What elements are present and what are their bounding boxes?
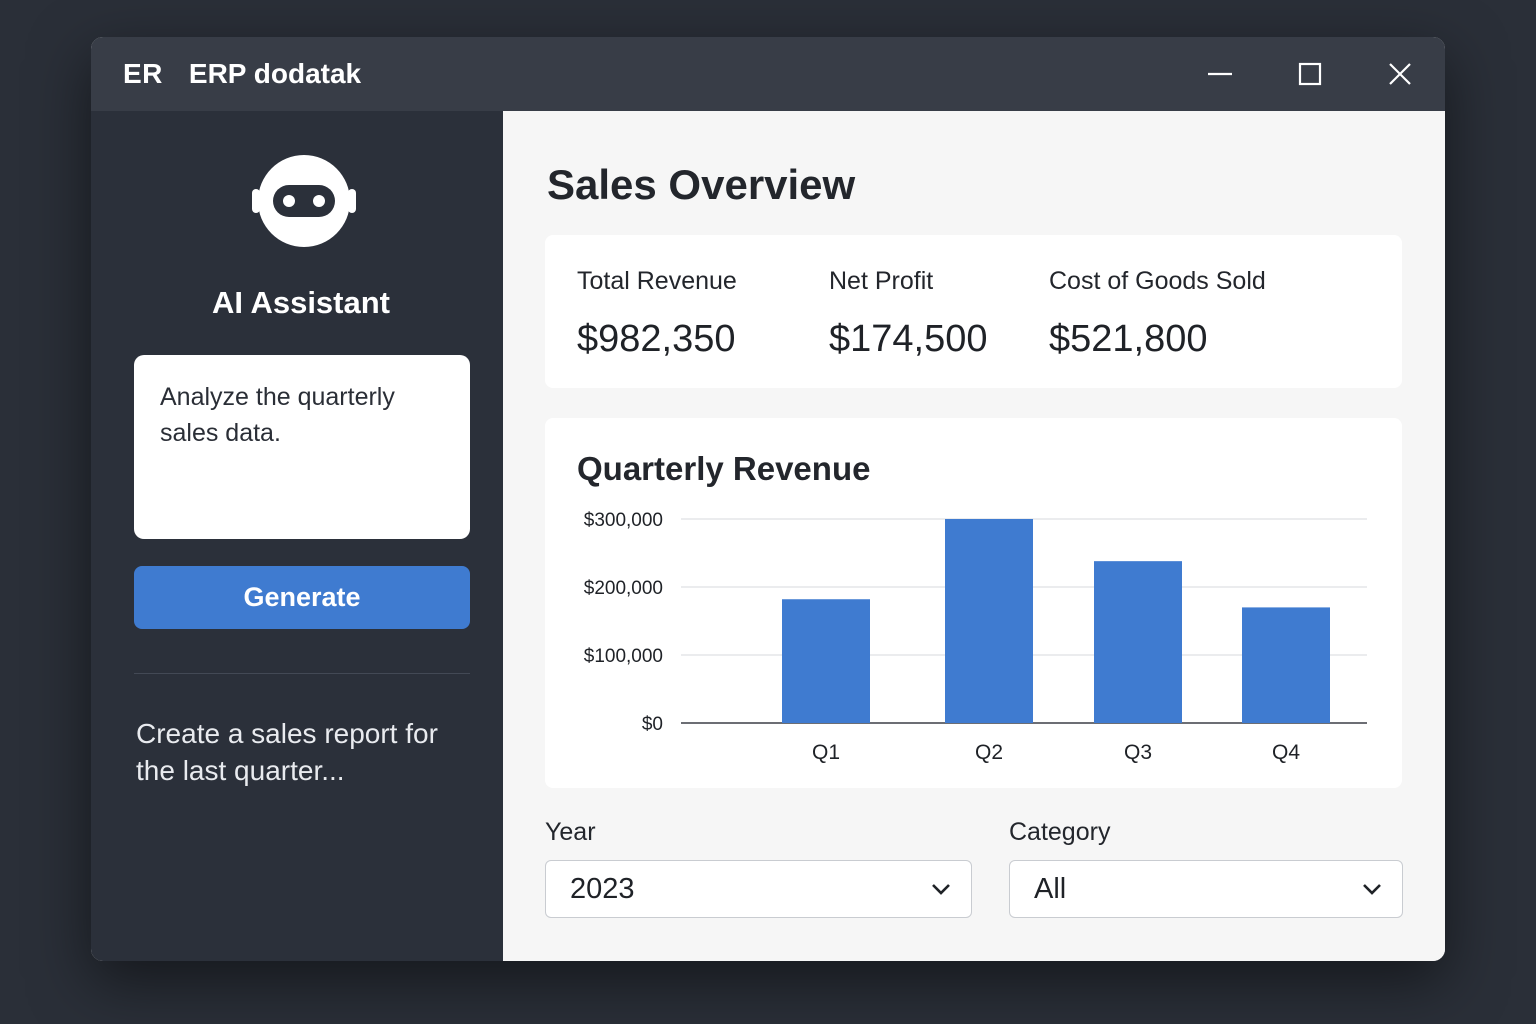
- window-controls: [1175, 37, 1445, 111]
- x-tick-label: Q1: [812, 741, 840, 764]
- prompt-input[interactable]: [134, 355, 470, 539]
- kpi-value: $174,500: [829, 318, 988, 360]
- year-label: Year: [545, 818, 596, 846]
- window-title: ERP dodatak: [188, 58, 362, 89]
- kpi-card: Total Revenue $982,350 Net Profit $174,5…: [545, 235, 1402, 388]
- robot-icon: [252, 155, 356, 247]
- maximize-icon: [1298, 62, 1322, 86]
- chevron-down-icon: [932, 884, 950, 895]
- category-select-value: All: [1034, 872, 1067, 905]
- x-tick-label: Q2: [975, 741, 1003, 764]
- x-tick-label: Q3: [1124, 741, 1152, 764]
- app-window: ER ERP dodatak AI Assistant Generate: [91, 37, 1445, 961]
- x-tick-label: Q4: [1272, 741, 1300, 764]
- chart-card: Quarterly Revenue $0 $100,000 $200,000 $300…: [545, 418, 1402, 788]
- kpi-net-profit: Net Profit $174,500: [829, 267, 988, 361]
- kpi-label: Net Profit: [829, 267, 934, 295]
- y-tick-label: $100,000: [584, 646, 663, 667]
- assistant-title: AI Assistant: [211, 285, 390, 320]
- minimize-icon: [1208, 72, 1232, 76]
- close-button[interactable]: [1355, 37, 1445, 111]
- prompt-suggestion[interactable]: Create a sales report for the last quart…: [136, 715, 466, 789]
- y-tick-label: $200,000: [584, 578, 663, 599]
- title-bar: ER ERP dodatak: [91, 37, 1445, 111]
- chevron-down-icon: [1363, 884, 1381, 895]
- page-title: Sales Overview: [547, 161, 856, 208]
- bar-q1: [782, 599, 870, 723]
- category-label: Category: [1009, 818, 1111, 846]
- kpi-value: $521,800: [1049, 318, 1208, 360]
- y-tick-label: $0: [642, 714, 663, 735]
- app-logo: ER: [123, 58, 163, 89]
- main-panel: Sales Overview Total Revenue $982,350 Ne…: [503, 111, 1445, 961]
- year-select[interactable]: 2023: [545, 860, 972, 918]
- generate-button[interactable]: Generate: [134, 566, 470, 629]
- quarterly-revenue-chart: $0 $100,000 $200,000 $300,000 Q1 Q2 Q3 Q4: [584, 510, 1367, 764]
- kpi-total-revenue: Total Revenue $982,350: [577, 267, 737, 361]
- year-select-value: 2023: [570, 872, 635, 905]
- minimize-button[interactable]: [1175, 37, 1265, 111]
- bar-q4: [1242, 607, 1330, 723]
- maximize-button[interactable]: [1265, 37, 1355, 111]
- y-tick-label: $300,000: [584, 510, 663, 531]
- ai-assistant-sidebar: AI Assistant Generate Create a sales rep…: [91, 111, 503, 961]
- kpi-cogs: Cost of Goods Sold $521,800: [1049, 267, 1266, 361]
- bar-q2: [945, 519, 1033, 723]
- sidebar-divider: [134, 673, 470, 674]
- bar-q3: [1094, 561, 1182, 723]
- close-icon: [1389, 63, 1411, 85]
- category-select[interactable]: All: [1009, 860, 1403, 918]
- kpi-label: Total Revenue: [577, 267, 737, 295]
- kpi-label: Cost of Goods Sold: [1049, 267, 1266, 295]
- kpi-value: $982,350: [577, 318, 736, 360]
